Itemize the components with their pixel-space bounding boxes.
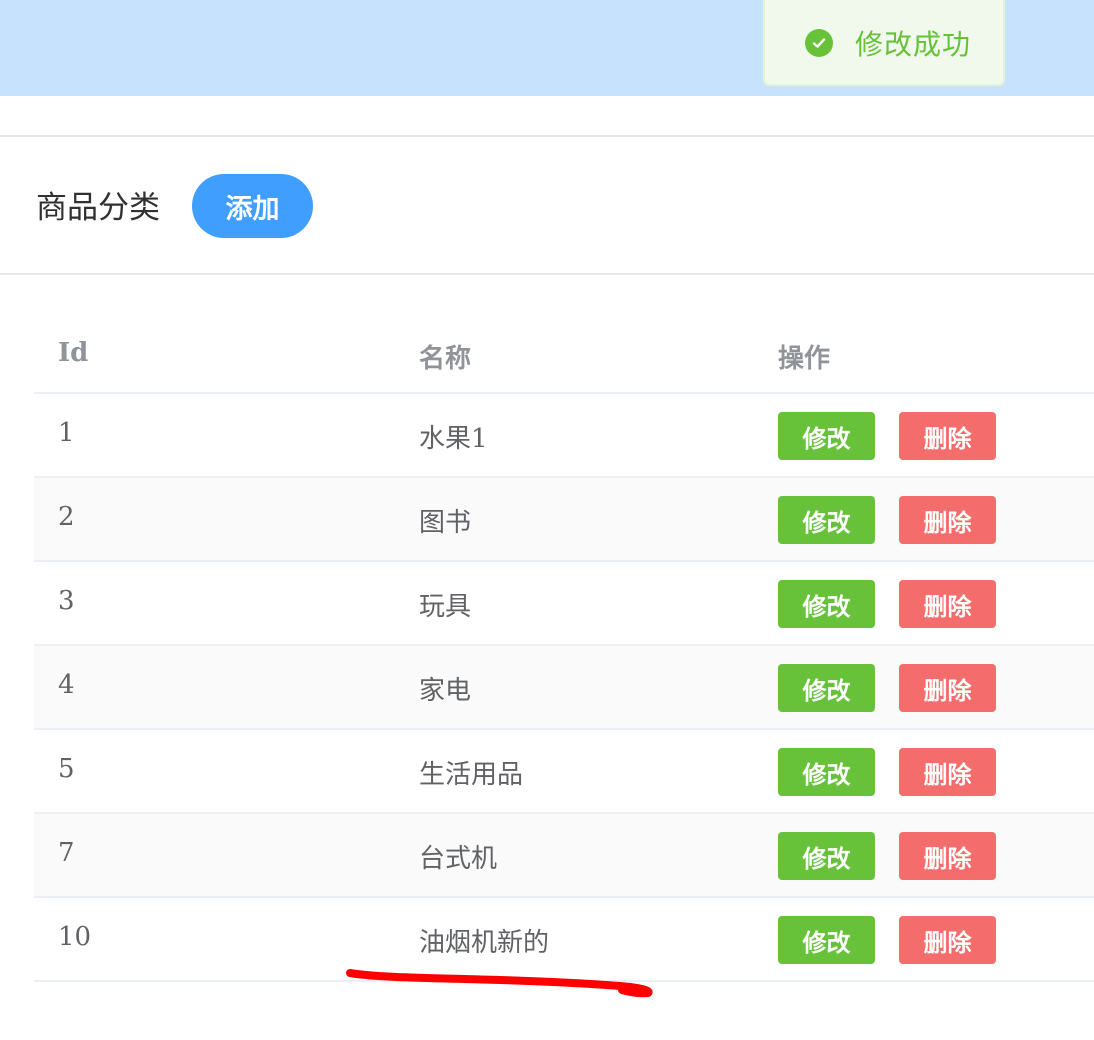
edit-button[interactable]: 修改 [778,412,875,460]
row-actions: 修改 删除 [778,916,996,964]
delete-button[interactable]: 删除 [899,496,996,544]
row-name: 图书 [419,508,472,538]
row-actions: 修改 删除 [778,580,996,628]
row-id: 10 [58,922,92,952]
row-name: 生活用品 [419,760,524,790]
add-category-button[interactable]: 添加 [192,174,313,238]
row-id: 3 [58,586,75,616]
row-id: 1 [58,418,75,448]
page-title: 商品分类 [36,190,160,226]
row-actions: 修改 删除 [778,748,996,796]
toast-message: 修改成功 [855,28,972,61]
table-row: 5 生活用品 修改 删除 [34,730,1094,814]
edit-button[interactable]: 修改 [778,580,875,628]
delete-button[interactable]: 删除 [899,832,996,880]
delete-button[interactable]: 删除 [899,916,996,964]
row-name: 家电 [419,676,472,706]
table-row: 3 玩具 修改 删除 [34,562,1094,646]
row-actions: 修改 删除 [778,832,996,880]
edit-button[interactable]: 修改 [778,748,875,796]
column-header-actions: 操作 [778,344,831,374]
divider [0,273,1094,275]
table-row: 1 水果1 修改 删除 [34,394,1094,478]
check-circle-icon [805,29,833,57]
row-name: 玩具 [419,592,472,622]
delete-button[interactable]: 删除 [899,664,996,712]
row-id: 5 [58,754,75,784]
row-name: 油烟机新的 [419,928,550,958]
table-header: Id 名称 操作 [34,314,1094,394]
delete-button[interactable]: 删除 [899,412,996,460]
delete-button[interactable]: 删除 [899,580,996,628]
delete-button[interactable]: 删除 [899,748,996,796]
column-header-name: 名称 [419,344,472,374]
edit-button[interactable]: 修改 [778,496,875,544]
row-id: 2 [58,502,75,532]
success-toast: 修改成功 [763,0,1005,86]
row-name: 台式机 [419,844,498,874]
table-row: 7 台式机 修改 删除 [34,814,1094,898]
category-table: Id 名称 操作 1 水果1 修改 删除 2 图书 修改 删除 3 玩具 修改 [34,314,1094,982]
row-id: 4 [58,670,75,700]
edit-button[interactable]: 修改 [778,916,875,964]
divider [0,135,1094,137]
column-header-id: Id [58,338,89,368]
table-row: 2 图书 修改 删除 [34,478,1094,562]
row-id: 7 [58,838,75,868]
table-row: 4 家电 修改 删除 [34,646,1094,730]
row-actions: 修改 删除 [778,496,996,544]
row-name: 水果1 [419,424,488,454]
edit-button[interactable]: 修改 [778,832,875,880]
edit-button[interactable]: 修改 [778,664,875,712]
page: 修改成功 商品分类 添加 Id 名称 操作 1 水果1 修改 删除 2 图书 修… [0,0,1094,1040]
red-underline-annotation [346,969,653,998]
row-actions: 修改 删除 [778,664,996,712]
row-actions: 修改 删除 [778,412,996,460]
